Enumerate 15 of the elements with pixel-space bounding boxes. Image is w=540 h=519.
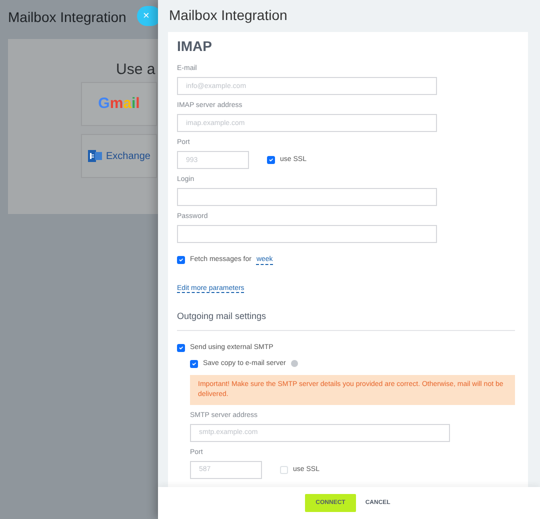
checkbox[interactable] [190, 360, 198, 368]
service-button[interactable]: Exchange [81, 134, 157, 178]
heading: Use a [116, 60, 156, 80]
input-field[interactable] [177, 225, 437, 243]
checkbox[interactable] [267, 156, 275, 164]
checkbox[interactable] [177, 256, 185, 264]
exchange-icon [88, 149, 102, 163]
gmail-logo: Gmail [98, 94, 140, 114]
service-label: Exchange [106, 150, 150, 164]
checkbox[interactable] [177, 344, 185, 352]
section-heading: Outgoing mail settings [177, 310, 515, 330]
page-title: Mailbox Integration [8, 8, 126, 26]
input-field[interactable] [177, 188, 437, 206]
section-title: IMAP [177, 38, 213, 54]
panel-title: Mailbox Integration [168, 6, 288, 25]
